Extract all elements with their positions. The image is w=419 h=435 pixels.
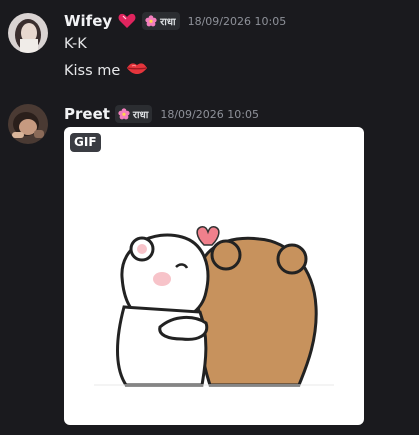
message-text: K-K [64,36,87,52]
heart-icon [118,13,136,29]
gif-badge: GIF [70,133,101,152]
kissing-bears-gif [94,226,334,387]
message-text: Kiss me [64,63,121,79]
timestamp[interactable]: 18/09/2026 10:05 [188,15,287,28]
lips-icon [126,60,148,82]
message-line: Kiss me [64,60,148,82]
flower-icon [118,108,130,120]
flower-icon [145,15,157,27]
message-group-wifey: Wifey राधा 18/09/2026 10:05 K-K Kiss me [0,0,419,100]
message-line: K-K [64,34,87,54]
timestamp[interactable]: 18/09/2026 10:05 [160,108,259,121]
message-header: Wifey राधा 18/09/2026 10:05 [64,11,286,31]
avatar-preet[interactable] [8,104,48,144]
avatar-wifey[interactable] [8,13,48,53]
username[interactable]: Wifey [64,12,112,30]
message-header: Preet राधा 18/09/2026 10:05 [64,104,259,124]
role-tag[interactable]: राधा [114,105,153,123]
role-tag-label: राधा [132,110,149,121]
gif-attachment[interactable]: GIF [64,127,364,425]
role-tag[interactable]: राधा [142,12,180,30]
role-tag-label: राधा [160,17,176,28]
username[interactable]: Preet [64,105,110,123]
